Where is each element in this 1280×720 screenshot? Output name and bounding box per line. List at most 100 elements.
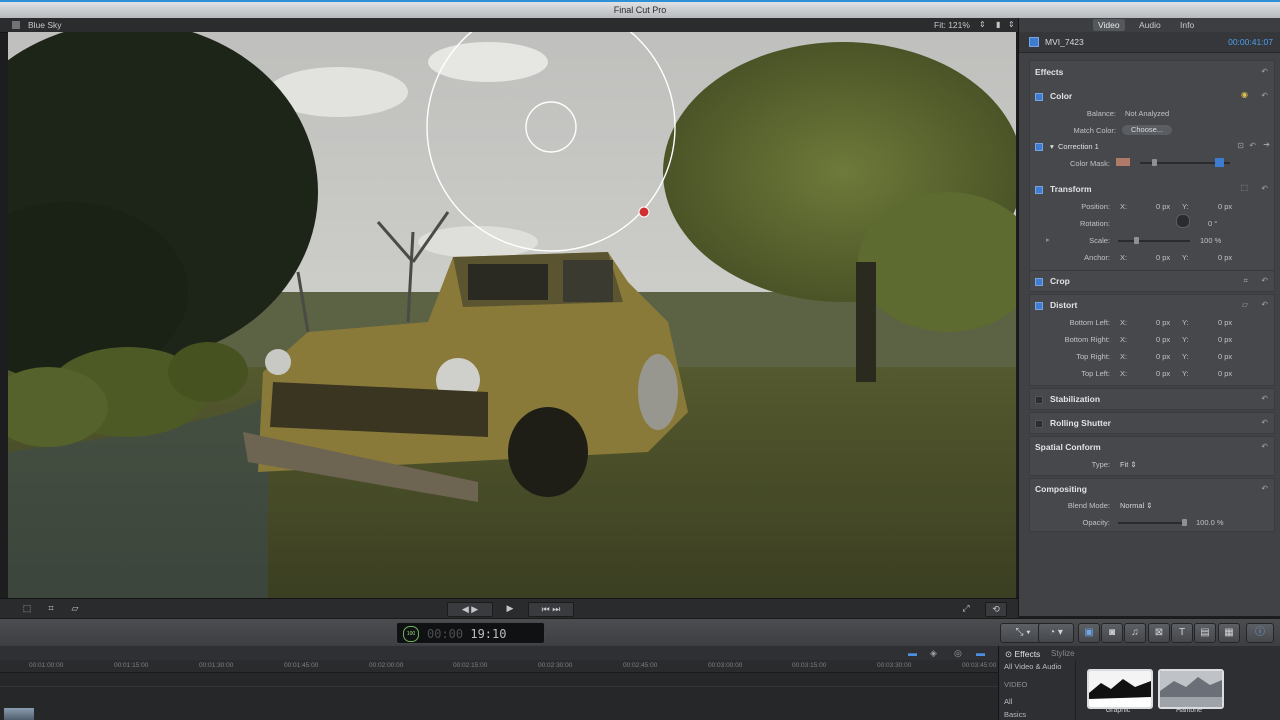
color-enable-checkbox[interactable] [1035,93,1043,101]
position-y[interactable]: 0 px [1218,202,1232,211]
timecode-display: 00:00 19:10 [427,627,506,641]
tab-audio[interactable]: Audio [1134,19,1166,31]
category-item[interactable]: Basics [1004,710,1026,719]
skimming-icon[interactable]: ◎ [954,648,968,658]
rotation-value[interactable]: 0 ° [1208,219,1217,228]
top-right-x[interactable]: 0 px [1156,352,1170,361]
transform-onscreen-icon[interactable]: ⬚ [1240,183,1248,192]
category-heading: VIDEO [1004,680,1028,689]
bottom-right-y[interactable]: 0 px [1218,335,1232,344]
reset-icon[interactable]: ↶ [1261,394,1268,403]
category-item[interactable]: All Video & Audio [1004,662,1061,671]
color-mask-swatch[interactable] [1116,158,1130,166]
go-to-end-icon[interactable]: ⏭ [552,604,560,614]
video-browser-icon[interactable]: ▣ [1078,623,1100,643]
jog-forward-icon[interactable]: ▶ [471,604,478,614]
themes-icon[interactable]: ▦ [1218,623,1240,643]
reset-icon[interactable]: ↶ [1261,418,1268,427]
timeline[interactable]: ▬ ◈ ◎ ▬ 00:01:00:00 00:01:15:00 00:01:30… [0,646,998,720]
reset-icon[interactable]: ↶ [1261,276,1268,285]
color-board-icon[interactable]: ◉ [1241,90,1248,99]
loop-icon[interactable]: ⟲ [985,602,1007,617]
correction-goto-icon[interactable]: ➔ [1263,140,1270,149]
switch-icon[interactable]: ⇕ [1008,20,1015,29]
top-right-y[interactable]: 0 px [1218,352,1232,361]
distort-enable-checkbox[interactable] [1035,302,1043,310]
top-left-y[interactable]: 0 px [1218,369,1232,378]
bottom-left-y[interactable]: 0 px [1218,318,1232,327]
blend-mode-popup[interactable]: Normal ⇕ [1120,501,1153,510]
info-icon[interactable]: ⓘ [1246,623,1274,643]
crop-enable-checkbox[interactable] [1035,278,1043,286]
clip-appearance-icon[interactable]: ▬ [908,648,922,658]
reset-icon[interactable]: ↶ [1261,184,1268,193]
add-mask-icon[interactable]: ⊡ [1237,141,1244,150]
mask-view-icon[interactable] [1215,158,1224,167]
slider-knob[interactable] [1152,159,1157,166]
type-popup[interactable]: Fit ⇕ [1120,460,1137,469]
anchor-x[interactable]: 0 px [1156,253,1170,262]
fullscreen-icon[interactable]: ⤢ [958,602,974,615]
correction-enable-checkbox[interactable] [1035,143,1043,151]
opacity-value[interactable]: 100.0 % [1196,518,1224,527]
distort-onscreen-icon[interactable]: ▱ [1242,300,1248,309]
snapping-icon[interactable]: ▬ [976,648,992,658]
chevron-down-icon[interactable]: ⇕ [979,20,986,29]
slider-knob[interactable] [1134,237,1139,244]
stylize-tab[interactable]: Stylize [1051,649,1075,658]
transform-enable-checkbox[interactable] [1035,186,1043,194]
play-button[interactable]: ▶ [502,602,518,615]
scale-value[interactable]: 100 % [1200,236,1221,245]
correction-disclosure-icon[interactable]: ▾ [1050,142,1054,151]
category-item[interactable]: All [1004,697,1012,706]
go-to-start-icon[interactable]: ⏮ [542,604,550,614]
effect-thumbnail-graphic[interactable] [1087,669,1153,709]
slider-knob[interactable] [1182,519,1187,526]
reset-icon[interactable]: ↶ [1261,300,1268,309]
crop-onscreen-icon[interactable]: ⌗ [1243,276,1248,286]
choose-button[interactable]: Choose... [1122,125,1172,135]
reset-icon[interactable]: ↶ [1249,141,1256,150]
jog-back-icon[interactable]: ◀ [462,604,469,614]
retime-icon[interactable]: ◔ ▾ [1038,623,1074,643]
reset-icon[interactable]: ↶ [1261,442,1268,451]
bottom-left-x[interactable]: 0 px [1156,318,1170,327]
tab-video[interactable]: Video [1093,19,1125,31]
audio-meter-icon[interactable]: ▮ [996,20,1000,29]
color-mask-label: Color Mask: [1069,159,1110,168]
dashboard-timecode[interactable]: 100 00:00 19:10 [396,622,545,644]
titles-icon[interactable]: T [1171,623,1193,643]
zoom-icon[interactable]: ◈ [930,648,944,658]
scale-slider[interactable] [1118,240,1190,242]
jog-control[interactable]: ◀ ▶ [447,602,493,617]
fit-zoom[interactable]: Fit: 121% [934,20,970,30]
bottom-right-x[interactable]: 0 px [1156,335,1170,344]
skip-control[interactable]: ⏮ ⏭ [528,602,574,617]
reset-icon[interactable]: ↶ [1261,484,1268,493]
anchor-y[interactable]: 0 px [1218,253,1232,262]
transform-icon[interactable]: ⌗ [44,602,58,615]
reset-icon[interactable]: ↶ [1261,91,1268,100]
effects-tab[interactable]: ⊙ Effects [1005,649,1040,660]
position-x[interactable]: 0 px [1156,202,1170,211]
stabilization-enable-checkbox[interactable] [1035,396,1043,404]
clip-timecode: 00:00:41:07 [1228,37,1273,47]
background-tasks-indicator[interactable]: 100 [403,626,419,642]
rotation-dial[interactable] [1176,214,1190,228]
project-name: Blue Sky [28,20,62,30]
generators-icon[interactable]: ▤ [1194,623,1216,643]
crop-icon[interactable]: ⬚ [20,602,34,615]
timeline-clip[interactable] [4,708,34,720]
effect-thumbnail-halftone[interactable] [1158,669,1224,709]
rolling-shutter-enable-checkbox[interactable] [1035,420,1043,428]
top-left-x[interactable]: 0 px [1156,369,1170,378]
transitions-icon[interactable]: ⊠ [1148,623,1170,643]
reset-icon[interactable]: ↶ [1261,67,1268,76]
tab-info[interactable]: Info [1175,19,1199,31]
distort-icon[interactable]: ▱ [68,602,82,615]
viewer-video-frame[interactable] [8,32,1016,598]
music-browser-icon[interactable]: ♫ [1124,623,1146,643]
timeline-ruler[interactable]: 00:01:00:00 00:01:15:00 00:01:30:00 00:0… [0,660,998,673]
photo-browser-icon[interactable]: ◙ [1101,623,1123,643]
opacity-slider[interactable] [1118,522,1186,524]
